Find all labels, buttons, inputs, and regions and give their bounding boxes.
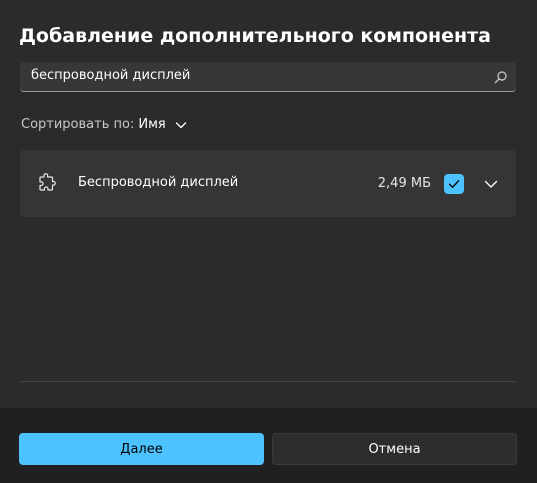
dialog-footer: Далее Отмена xyxy=(0,408,537,483)
expand-chevron-icon[interactable] xyxy=(483,176,499,192)
dialog-title: Добавление дополнительного компонента xyxy=(19,25,492,47)
feature-name: Беспроводной дисплей xyxy=(78,175,239,190)
feature-checkbox[interactable] xyxy=(444,174,464,194)
add-optional-feature-dialog: Добавление дополнительного компонента бе… xyxy=(0,0,537,483)
search-box[interactable]: беспроводной дисплей xyxy=(20,62,516,92)
sort-label: Сортировать по: xyxy=(21,117,135,132)
feature-list-item[interactable]: Беспроводной дисплей 2,49 МБ xyxy=(20,150,516,217)
checkmark-icon xyxy=(448,180,460,188)
divider xyxy=(20,381,516,382)
search-icon[interactable] xyxy=(494,69,508,84)
cancel-button[interactable]: Отмена xyxy=(272,433,517,465)
sort-dropdown[interactable]: Сортировать по: Имя xyxy=(21,117,187,132)
feature-size: 2,49 МБ xyxy=(377,176,431,191)
next-button[interactable]: Далее xyxy=(19,433,264,465)
sort-value[interactable]: Имя xyxy=(138,117,165,132)
puzzle-icon xyxy=(37,173,57,193)
search-input[interactable]: беспроводной дисплей xyxy=(31,68,190,83)
chevron-down-icon[interactable] xyxy=(175,119,187,131)
